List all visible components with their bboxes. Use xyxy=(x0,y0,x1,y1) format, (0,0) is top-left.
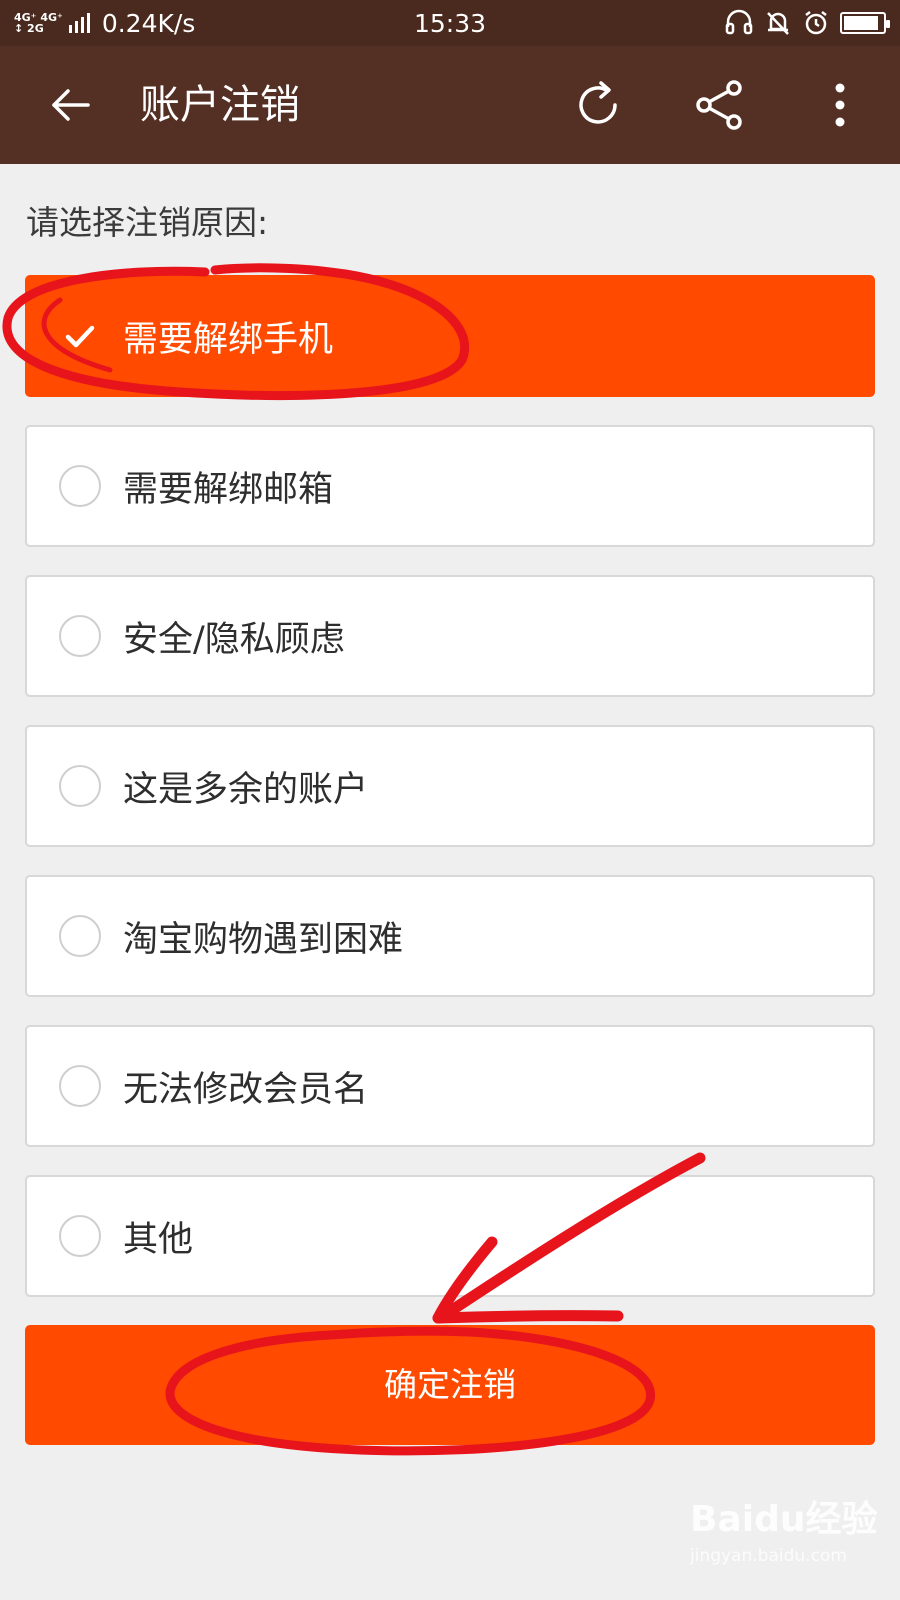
status-left: 4G⁺ 4G⁺ ↕ 2G 0.24K/s xyxy=(14,9,314,38)
baidu-jingyan-watermark: Baidu经验 jingyan.baidu.com xyxy=(690,1490,880,1580)
back-button[interactable] xyxy=(30,46,110,164)
reason-label: 安全/隐私顾虑 xyxy=(123,619,345,660)
watermark-url: jingyan.baidu.com xyxy=(690,1546,847,1566)
radio-mark xyxy=(59,915,101,957)
network-type-bottom: ↕ 2G xyxy=(14,22,44,35)
network-speed: 0.24K/s xyxy=(101,8,196,38)
share-icon xyxy=(696,80,742,130)
status-right xyxy=(724,9,890,37)
alarm-icon xyxy=(805,11,827,35)
signal-icon xyxy=(68,13,90,33)
page-title: 账户注销 xyxy=(140,82,300,128)
reason-label: 其他 xyxy=(123,1219,194,1260)
reason-option[interactable]: 这是多余的账户 xyxy=(25,725,875,847)
radio-mark xyxy=(59,1065,101,1107)
reason-option[interactable]: 安全/隐私顾虑 xyxy=(25,575,875,697)
app-bar: 账户注销 xyxy=(0,46,900,164)
radio-mark xyxy=(59,615,101,657)
reason-option[interactable]: 需要解绑手机 xyxy=(25,275,875,397)
watermark-brand: Baidu经验 xyxy=(690,1499,878,1540)
refresh-button[interactable] xyxy=(558,46,638,164)
bell-muted-icon xyxy=(767,12,789,35)
reason-label: 需要解绑手机 xyxy=(123,319,334,360)
radio-mark xyxy=(59,465,101,507)
share-button[interactable] xyxy=(680,46,760,164)
refresh-icon xyxy=(579,81,617,124)
reason-option[interactable]: 淘宝购物遇到困难 xyxy=(25,875,875,997)
back-arrow-icon xyxy=(52,89,90,121)
radio-mark xyxy=(59,1215,101,1257)
reason-option[interactable]: 需要解绑邮箱 xyxy=(25,425,875,547)
confirm-deregister-button[interactable]: 确定注销 xyxy=(25,1325,875,1445)
annotation-arrow-head-bottom xyxy=(432,1310,624,1324)
more-vertical-icon xyxy=(835,83,845,127)
reason-option[interactable]: 其他 xyxy=(25,1175,875,1297)
radio-mark xyxy=(59,765,101,807)
reason-label: 无法修改会员名 xyxy=(123,1069,369,1110)
reason-label: 淘宝购物遇到困难 xyxy=(123,919,404,960)
status-bar: 4G⁺ 4G⁺ ↕ 2G 0.24K/s 15:33 xyxy=(0,0,900,46)
headset-icon xyxy=(725,9,753,35)
reason-label: 这是多余的账户 xyxy=(123,769,369,810)
reason-option[interactable]: 无法修改会员名 xyxy=(25,1025,875,1147)
battery-icon xyxy=(840,12,890,34)
network-type: 4G⁺ 4G⁺ ↕ 2G xyxy=(14,12,63,34)
reason-prompt: 请选择注销原因: xyxy=(26,203,269,242)
battery-fill xyxy=(844,16,879,30)
checkmark-icon xyxy=(59,315,101,357)
more-button[interactable] xyxy=(800,46,880,164)
reason-label: 需要解绑邮箱 xyxy=(123,469,334,510)
